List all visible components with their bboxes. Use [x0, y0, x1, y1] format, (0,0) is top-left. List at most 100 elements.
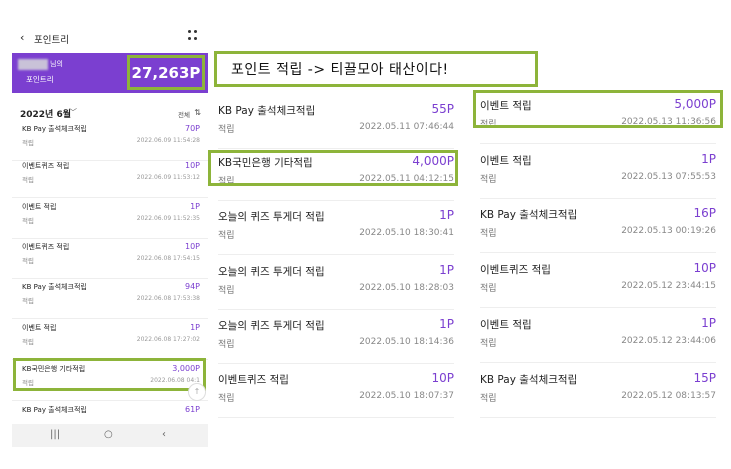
user-suffix: 님의 — [50, 60, 63, 68]
item-time: 2022.05.12 23:44:06 — [621, 336, 716, 346]
item-time: 2022.06.09 11:53:12 — [136, 174, 200, 181]
total-points: 27,263P — [131, 63, 201, 82]
highlight-box — [13, 358, 206, 391]
item-time: 2022.05.12 08:13:57 — [621, 391, 716, 401]
item-amount: 10P — [693, 261, 716, 275]
item-time: 2022.06.08 17:54:15 — [136, 255, 200, 262]
list-item[interactable]: 이벤트 적립 1P 적립 2022.06.09 11:52:35 — [12, 201, 208, 239]
item-amount: 15P — [693, 371, 716, 385]
list-item[interactable]: KB Pay 출석체크적립 94P 적립 2022.06.08 17:53:38 — [12, 281, 208, 319]
list-item[interactable]: 오늘의 퀴즈 투게더 적립 1P 적립 2022.05.10 18:30:41 — [218, 199, 454, 255]
list-item[interactable]: 이벤트 적립 1P 적립 2022.05.12 23:44:06 — [480, 307, 716, 363]
item-title: 오늘의 퀴즈 투게더 적립 — [218, 211, 325, 223]
item-title: 이벤트 적립 — [480, 319, 532, 331]
item-amount: 1P — [190, 323, 200, 332]
item-type: 적립 — [218, 394, 235, 404]
item-time: 2022.05.13 00:19:26 — [621, 226, 716, 236]
home-icon[interactable]: ○ — [104, 429, 113, 440]
item-amount: 1P — [439, 317, 454, 331]
item-time: 2022.05.10 18:14:36 — [359, 337, 454, 347]
item-title: KB Pay 출석체크적립 — [22, 406, 87, 414]
item-amount: 1P — [701, 152, 716, 166]
item-amount: 70P — [184, 124, 200, 133]
item-time: 2022.05.12 23:44:15 — [621, 281, 716, 291]
item-title: 이벤트 적립 — [22, 324, 57, 332]
list-item[interactable]: 이벤트퀴즈 적립 10P 적립 2022.06.08 17:54:15 — [12, 241, 208, 279]
item-amount: 55P — [431, 102, 454, 116]
item-amount: 1P — [439, 208, 454, 222]
item-type: 적립 — [480, 284, 497, 294]
grid-menu-icon[interactable] — [188, 30, 198, 42]
item-type: 적립 — [22, 217, 34, 225]
phone-screen: ‹ 포인트리 님의 포인트리 27,263P 2022년 6월 ﹀ 전체 ⇅ K… — [12, 22, 208, 447]
list-item[interactable]: 이벤트퀴즈 적립 10P 적립 2022.05.10 18:07:37 — [218, 362, 454, 418]
list-item[interactable]: KB Pay 출석체크적립 16P 적립 2022.05.13 00:19:26 — [480, 197, 716, 253]
item-time: 2022.05.10 18:30:41 — [359, 228, 454, 238]
item-amount: 1P — [439, 263, 454, 277]
list-item[interactable]: 이벤트퀴즈 적립 10P 적립 2022.06.09 11:53:12 — [12, 160, 208, 198]
chevron-down-icon[interactable]: ﹀ — [69, 107, 77, 118]
item-type: 적립 — [480, 339, 497, 349]
highlight-box — [473, 90, 723, 128]
item-title: KB Pay 출석체크적립 — [480, 209, 578, 221]
item-amount: 10P — [184, 161, 200, 170]
filter-all-label[interactable]: 전체 — [178, 109, 190, 119]
item-type: 적립 — [218, 231, 235, 241]
item-type: 적립 — [480, 394, 497, 404]
item-title: 오늘의 퀴즈 투게더 적립 — [218, 320, 325, 332]
item-title: 이벤트퀴즈 적립 — [480, 264, 551, 276]
item-type: 적립 — [22, 176, 34, 184]
item-type: 적립 — [22, 257, 34, 265]
item-title: KB Pay 출석체크적립 — [218, 105, 316, 117]
item-title: KB Pay 출석체크적립 — [22, 125, 87, 133]
system-navbar: ||| ○ ‹ — [12, 424, 208, 447]
item-time: 2022.06.08 17:27:02 — [136, 336, 200, 343]
item-amount: 10P — [431, 371, 454, 385]
item-time: 2022.05.10 18:07:37 — [359, 391, 454, 401]
list-item[interactable]: KB Pay 출석체크적립 15P 적립 2022.05.12 08:13:57 — [480, 362, 716, 418]
back-arrow-icon[interactable]: ‹ — [20, 31, 24, 44]
blurred-username — [18, 59, 48, 70]
list-item[interactable]: 오늘의 퀴즈 투게더 적립 1P 적립 2022.05.10 18:14:36 — [218, 308, 454, 364]
nav-back-icon[interactable]: ‹ — [162, 429, 166, 440]
scroll-top-icon[interactable]: ↑ — [188, 383, 206, 401]
month-selector[interactable]: 2022년 6월 — [20, 107, 71, 120]
item-title: 이벤트퀴즈 적립 — [22, 243, 70, 251]
item-type: 적립 — [480, 175, 497, 185]
item-amount: 10P — [184, 242, 200, 251]
item-title: 이벤트퀴즈 적립 — [218, 374, 289, 386]
list-item[interactable]: 오늘의 퀴즈 투게더 적립 1P 적립 2022.05.10 18:28:03 — [218, 254, 454, 310]
list-item[interactable]: 이벤트퀴즈 적립 10P 적립 2022.05.12 23:44:15 — [480, 252, 716, 308]
list-item[interactable]: 이벤트 적립 1P 적립 2022.05.13 07:55:53 — [480, 143, 716, 199]
sort-icon[interactable]: ⇅ — [194, 108, 201, 117]
point-summary-banner: 님의 포인트리 27,263P — [12, 53, 208, 93]
caption-text: 포인트 적립 -> 티끌모아 태산이다! — [231, 62, 449, 78]
item-time: 2022.05.11 07:46:44 — [359, 122, 454, 132]
point-label: 포인트리 — [26, 75, 54, 84]
app-header: ‹ 포인트리 — [12, 22, 208, 52]
item-time: 2022.06.09 11:54:28 — [136, 137, 200, 144]
item-amount: 94P — [184, 282, 200, 291]
item-title: 이벤트 적립 — [22, 203, 57, 211]
item-title: 이벤트퀴즈 적립 — [22, 162, 70, 170]
page-title: 포인트리 — [34, 35, 69, 46]
list-item[interactable]: 이벤트 적립 1P 적립 2022.06.08 17:27:02 — [12, 322, 208, 360]
item-time: 2022.06.08 17:53:38 — [136, 295, 200, 302]
highlight-box — [208, 150, 458, 186]
item-type: 적립 — [22, 139, 34, 147]
item-title: 오늘의 퀴즈 투게더 적립 — [218, 266, 325, 278]
item-title: 이벤트 적립 — [480, 155, 532, 167]
item-amount: 16P — [693, 206, 716, 220]
item-type: 적립 — [22, 338, 34, 346]
item-time: 2022.05.13 07:55:53 — [621, 172, 716, 182]
item-type: 적립 — [218, 340, 235, 350]
caption-box: 포인트 적립 -> 티끌모아 태산이다! — [214, 51, 538, 87]
item-time: 2022.05.10 18:28:03 — [359, 283, 454, 293]
item-type: 적립 — [480, 229, 497, 239]
recent-apps-icon[interactable]: ||| — [50, 429, 60, 440]
month-filter-row: 2022년 6월 ﹀ 전체 ⇅ — [12, 102, 208, 122]
list-item[interactable]: KB Pay 출석체크적립 55P 적립 2022.05.11 07:46:44 — [218, 93, 454, 149]
list-item[interactable]: KB Pay 출석체크적립 70P 적립 2022.06.09 11:54:28 — [12, 123, 208, 161]
total-highlight-box: 27,263P — [127, 55, 205, 90]
item-title: KB Pay 출석체크적립 — [22, 283, 87, 291]
